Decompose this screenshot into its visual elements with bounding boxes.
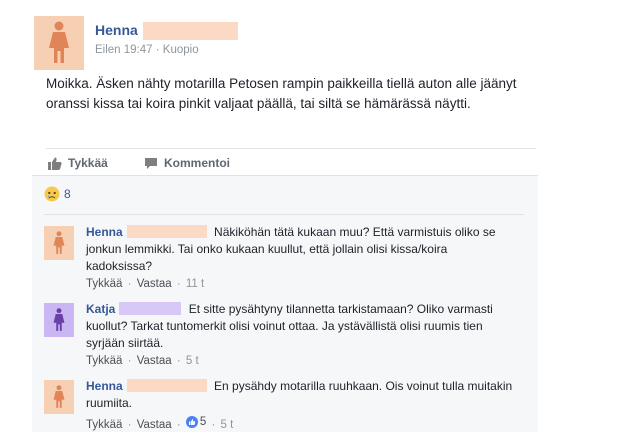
divider xyxy=(44,214,524,215)
like-reaction-icon xyxy=(185,416,198,428)
female-user-icon xyxy=(49,21,69,63)
female-user-icon xyxy=(53,308,65,331)
comment-author[interactable]: Henna xyxy=(86,379,123,393)
meta-separator: · xyxy=(155,44,160,56)
comment-actions: Tykkää · Vastaa · 5 t xyxy=(86,355,199,367)
comment-reply-link[interactable]: Vastaa xyxy=(137,355,172,367)
comment-button[interactable]: Kommentoi xyxy=(144,156,230,170)
comment-icon xyxy=(145,157,157,169)
like-button[interactable]: Tykkää xyxy=(48,156,108,170)
comment-body: Henna En pysähdy motarilla ruuhkaan. Ois… xyxy=(86,378,516,412)
redacted-surname xyxy=(143,22,238,40)
comment-actions: Tykkää · Vastaa · 5 · 5 t xyxy=(86,416,234,431)
divider xyxy=(46,148,536,149)
comment-like-link[interactable]: Tykkää xyxy=(86,278,122,290)
comment-time[interactable]: 5 t xyxy=(221,419,234,431)
post-author[interactable]: Henna xyxy=(95,22,138,38)
avatar[interactable] xyxy=(44,226,74,260)
comment-body: Katja Et sitte pysähtyny tilannetta tark… xyxy=(86,301,516,352)
avatar[interactable] xyxy=(34,16,84,70)
post-time[interactable]: Eilen 19:47 xyxy=(95,44,153,56)
comment-like-link[interactable]: Tykkää xyxy=(86,419,122,431)
comment-time[interactable]: 11 t xyxy=(186,278,204,290)
redacted-surname xyxy=(126,225,207,238)
comment-label: Kommentoi xyxy=(164,156,230,170)
female-user-icon xyxy=(53,231,65,254)
comment-author[interactable]: Katja xyxy=(86,302,115,316)
like-label: Tykkää xyxy=(68,156,108,170)
comment-reply-link[interactable]: Vastaa xyxy=(137,278,172,290)
post-location[interactable]: Kuopio xyxy=(163,44,199,56)
like-count: 5 xyxy=(199,416,207,428)
reaction-count: 8 xyxy=(64,187,71,201)
comment-author[interactable]: Henna xyxy=(86,225,123,239)
avatar[interactable] xyxy=(44,380,74,414)
redacted-surname xyxy=(119,302,182,315)
comment-body: Henna Näkiköhän tätä kukaan muu? Että va… xyxy=(86,224,516,275)
redacted-surname xyxy=(126,379,207,392)
comment-actions: Tykkää · Vastaa · 11 t xyxy=(86,278,205,290)
comment-like-count[interactable]: 5 xyxy=(185,416,207,428)
thumbs-up-icon xyxy=(48,157,62,170)
female-user-icon xyxy=(53,385,65,408)
sad-reaction-icon xyxy=(44,186,60,202)
comment-like-link[interactable]: Tykkää xyxy=(86,355,122,367)
comment-time[interactable]: 5 t xyxy=(186,355,199,367)
reactions-summary[interactable]: 8 xyxy=(44,186,71,202)
post-meta: Eilen 19:47 · Kuopio xyxy=(95,44,199,56)
comments-area: 8 Henna Näkiköhän tätä kukaan muu? Että … xyxy=(32,175,538,432)
post-text: Moikka. Äsken nähty motarilla Petosen ra… xyxy=(46,76,517,111)
comment-reply-link[interactable]: Vastaa xyxy=(137,419,172,431)
avatar[interactable] xyxy=(44,303,74,337)
